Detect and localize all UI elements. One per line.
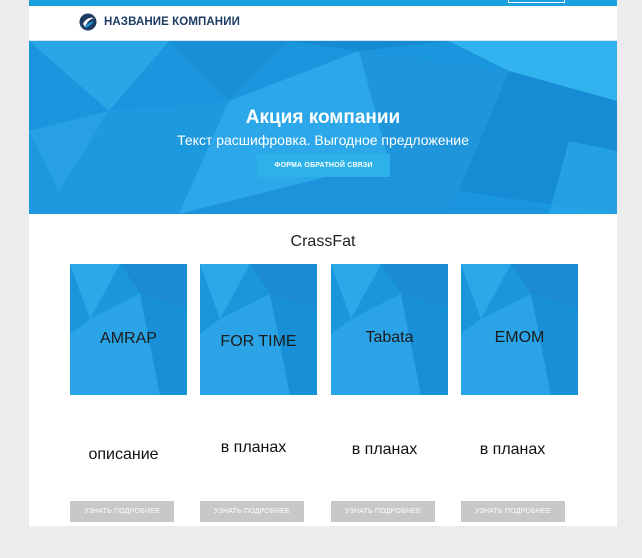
card-description: в планах	[220, 439, 287, 456]
card-description: в планах	[479, 441, 546, 458]
hero-title: Акция компании	[245, 107, 401, 128]
card-background	[200, 264, 317, 395]
feedback-form-button[interactable]: ФОРМА ОБРАТНОЙ СВЯЗИ	[257, 154, 390, 177]
card-image[interactable]: AMRAP	[70, 264, 187, 395]
section-title: CrassFat	[290, 233, 356, 250]
learn-more-button[interactable]: УЗНАТЬ ПОДРОБНЕЕ	[331, 501, 435, 522]
card-label: EMOM	[494, 329, 545, 346]
card-image[interactable]: Tabata	[331, 264, 448, 395]
landing-page: НАЗВАНИЕ КОМПАНИИ Акция компании Текст р…	[29, 0, 617, 526]
top-strip-button[interactable]	[508, 0, 565, 3]
card-label: AMRAP	[100, 330, 157, 347]
company-name[interactable]: НАЗВАНИЕ КОМПАНИИ	[104, 16, 240, 28]
learn-more-button[interactable]: УЗНАТЬ ПОДРОБНЕЕ	[461, 501, 565, 522]
hero-subtitle: Текст расшифровка. Выгодное предложение	[177, 132, 469, 148]
card-label: FOR TIME	[220, 333, 297, 350]
card-image[interactable]: FOR TIME	[200, 264, 317, 395]
learn-more-button[interactable]: УЗНАТЬ ПОДРОБНЕЕ	[200, 501, 304, 522]
hero-banner: Акция компании Текст расшифровка. Выгодн…	[29, 41, 617, 214]
header: НАЗВАНИЕ КОМПАНИИ	[29, 6, 617, 41]
card-image[interactable]: EMOM	[461, 264, 578, 395]
company-logo-icon[interactable]	[79, 13, 97, 31]
card-description: описание	[88, 446, 159, 463]
card-label: Tabata	[365, 329, 414, 346]
learn-more-button[interactable]: УЗНАТЬ ПОДРОБНЕЕ	[70, 501, 174, 522]
card-description: в планах	[351, 441, 418, 458]
